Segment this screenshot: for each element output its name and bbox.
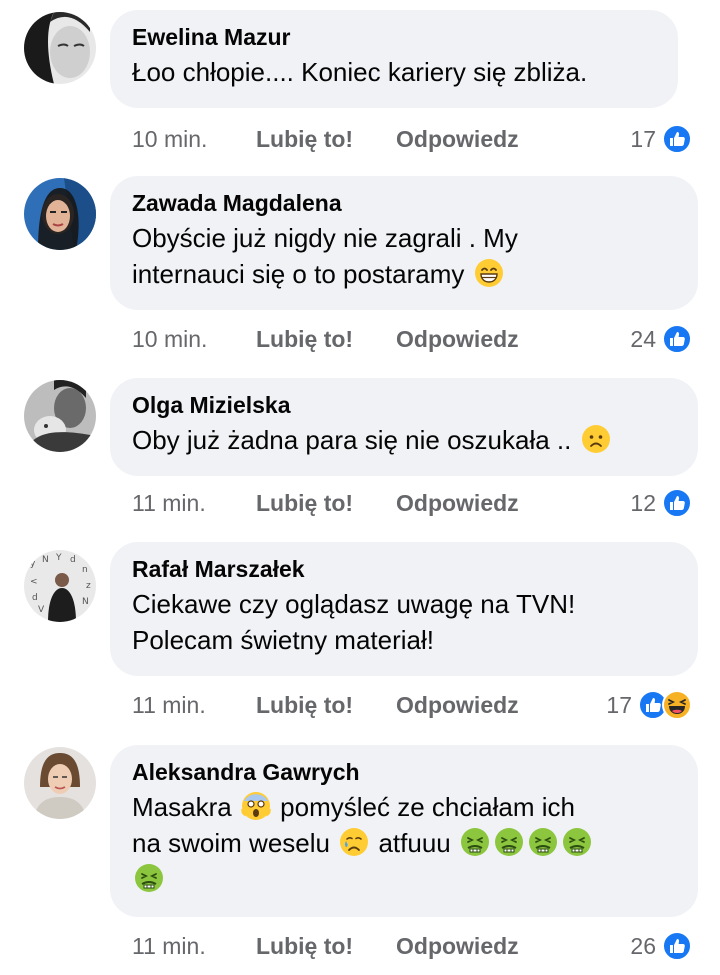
comment-text: Łoo chłopie.... Koniec kariery się zbliż… — [132, 57, 588, 87]
nauseated-face-icon — [494, 827, 524, 857]
reaction-summary[interactable]: 26 — [630, 929, 692, 963]
svg-text:<: < — [30, 577, 38, 587]
like-button[interactable]: Lubię to! — [256, 688, 353, 722]
comment-author[interactable]: Zawada Magdalena — [132, 188, 676, 218]
comment-author[interactable]: Ewelina Mazur — [132, 22, 656, 52]
screaming-face-icon — [241, 791, 271, 821]
svg-text:d: d — [32, 593, 38, 603]
comment-author[interactable]: Rafał Marszałek — [132, 554, 676, 584]
comment-text-line: atfuuu — [378, 828, 451, 858]
reaction-count: 17 — [630, 126, 656, 152]
avatar[interactable] — [24, 380, 96, 452]
comment-bubble: Ewelina Mazur Łoo chłopie.... Koniec kar… — [110, 10, 678, 108]
svg-text:Y: Y — [55, 553, 62, 563]
reaction-summary[interactable]: 24 — [630, 322, 692, 356]
comment-actions: 10 min. Lubię to! Odpowiedz 17 — [132, 122, 692, 156]
reaction-count: 24 — [630, 326, 656, 352]
reaction-count: 26 — [630, 933, 656, 959]
avatar[interactable] — [24, 12, 96, 84]
comment-text: Ciekawe czy oglądasz uwagę na TVN! Polec… — [132, 586, 676, 658]
sad-tear-face-icon — [339, 827, 369, 857]
comment-bubble: Olga Mizielska Oby już żadna para się ni… — [110, 378, 698, 476]
comment-text-line: Ciekawe czy oglądasz uwagę na TVN! — [132, 589, 576, 619]
comment-time[interactable]: 11 min. — [132, 486, 206, 520]
haha-icon — [662, 690, 692, 720]
reaction-count: 17 — [606, 692, 632, 718]
comment-text: Obyście już nigdy nie zagrali . My inter… — [132, 220, 676, 292]
comment-text: Oby już żadna para się nie oszukała .. — [132, 422, 676, 458]
nauseated-face-icon — [562, 827, 592, 857]
like-button[interactable]: Lubię to! — [256, 322, 353, 356]
comment-bubble: Aleksandra Gawrych Masakra pomyśleć ze c… — [110, 745, 698, 917]
comment-time[interactable]: 10 min. — [132, 322, 207, 356]
comment-actions: 11 min. Lubię to! Odpowiedz 17 — [132, 688, 692, 722]
comment-text-line: na swoim weselu — [132, 828, 330, 858]
like-icon — [662, 488, 692, 518]
comment-text-line: internauci się o to postaramy — [132, 259, 465, 289]
comment-author[interactable]: Olga Mizielska — [132, 390, 676, 420]
comment-text-line: Masakra — [132, 792, 232, 822]
comment-text-line: Obyście już nigdy nie zagrali . My — [132, 223, 518, 253]
svg-text:V: V — [38, 605, 45, 615]
like-icon — [662, 124, 692, 154]
reply-button[interactable]: Odpowiedz — [396, 688, 519, 722]
grinning-face-icon — [474, 258, 504, 288]
nauseated-face-icon — [134, 863, 164, 893]
comment-author[interactable]: Aleksandra Gawrych — [132, 757, 676, 787]
svg-text:n: n — [82, 565, 88, 575]
comment-time[interactable]: 11 min. — [132, 688, 206, 722]
frowning-face-icon — [581, 424, 611, 454]
comment-actions: 11 min. Lubię to! Odpowiedz 26 — [132, 929, 692, 963]
reaction-count: 12 — [630, 490, 656, 516]
svg-text:N: N — [42, 555, 49, 565]
reaction-summary[interactable]: 12 — [630, 486, 692, 520]
comment-bubble: Zawada Magdalena Obyście już nigdy nie z… — [110, 176, 698, 310]
reply-button[interactable]: Odpowiedz — [396, 322, 519, 356]
comment-time[interactable]: 10 min. — [132, 122, 207, 156]
reaction-summary[interactable]: 17 — [630, 122, 692, 156]
like-button[interactable]: Lubię to! — [256, 929, 353, 963]
comment-text-line: Oby już żadna para się nie oszukała .. — [132, 425, 572, 455]
reply-button[interactable]: Odpowiedz — [396, 122, 519, 156]
svg-text:N: N — [82, 597, 89, 607]
svg-text:d: d — [70, 555, 76, 565]
svg-text:z: z — [86, 581, 91, 591]
avatar[interactable] — [24, 747, 96, 819]
comment-text-line: pomyśleć ze chciałam ich — [280, 792, 575, 822]
avatar[interactable]: yNYd nzN < d V — [24, 550, 96, 622]
comment-bubble: Rafał Marszałek Ciekawe czy oglądasz uwa… — [110, 542, 698, 676]
nauseated-face-icon — [460, 827, 490, 857]
comment-actions: 10 min. Lubię to! Odpowiedz 24 — [132, 322, 692, 356]
comment-text: Masakra pomyśleć ze chciałam ich na swoi… — [132, 789, 676, 897]
like-button[interactable]: Lubię to! — [256, 122, 353, 156]
comment-text-line: Polecam świetny materiał! — [132, 625, 434, 655]
like-icon — [662, 324, 692, 354]
reaction-summary[interactable]: 17 — [606, 688, 692, 722]
reply-button[interactable]: Odpowiedz — [396, 929, 519, 963]
nauseated-face-icon — [528, 827, 558, 857]
reply-button[interactable]: Odpowiedz — [396, 486, 519, 520]
comment-time[interactable]: 11 min. — [132, 929, 206, 963]
like-icon — [662, 931, 692, 961]
like-button[interactable]: Lubię to! — [256, 486, 353, 520]
comment-actions: 11 min. Lubię to! Odpowiedz 12 — [132, 486, 692, 520]
avatar[interactable] — [24, 178, 96, 250]
svg-text:y: y — [30, 559, 36, 569]
